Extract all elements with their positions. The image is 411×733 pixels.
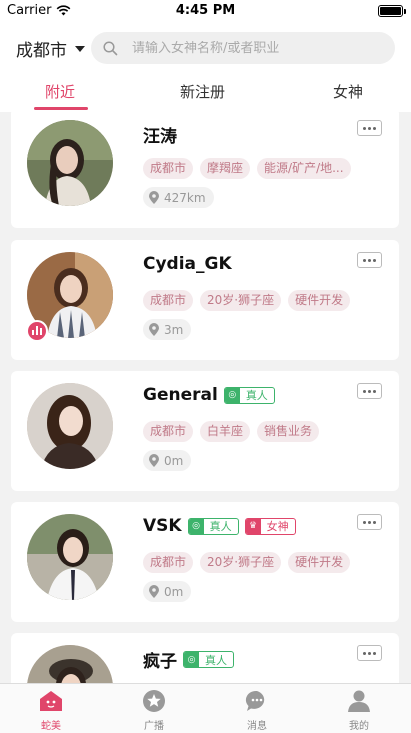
battery-icon — [378, 5, 406, 17]
name-row: VSK ◎ 真人 ♛ 女神 — [143, 516, 296, 536]
user-name: VSK — [143, 516, 182, 536]
live-indicator-icon — [26, 320, 48, 342]
chat-bubble-icon — [245, 690, 265, 711]
tag: 摩羯座 — [200, 158, 251, 179]
user-card[interactable]: 汪涛 成都市 摩羯座 能源/矿产/地... 427km — [11, 112, 399, 228]
city-selector[interactable]: 成都市 — [16, 36, 85, 61]
location-pin-icon — [149, 191, 159, 204]
distance-badge: 0m — [143, 581, 192, 602]
avatar[interactable] — [27, 120, 113, 206]
tab-bar-top: 附近 新注册 女神 — [0, 78, 411, 112]
header: 成都市 附近 新注册 女神 — [0, 22, 411, 112]
tag: 能源/矿产/地... — [257, 158, 351, 179]
search-icon — [103, 40, 118, 55]
bottom-tab-bar: 蛇美 广播 消息 我的 — [0, 683, 411, 733]
real-person-badge: ◎ 真人 — [183, 651, 234, 668]
distance-text: 427km — [164, 190, 206, 205]
avatar[interactable] — [27, 383, 113, 469]
tab-nearby[interactable]: 附近 — [45, 81, 75, 102]
tab-broadcast-label: 广播 — [144, 721, 164, 732]
location-pin-icon — [149, 585, 159, 598]
real-person-badge: ◎ 真人 — [223, 386, 275, 404]
user-card[interactable]: VSK ◎ 真人 ♛ 女神 成都市 20岁·狮子座 硬件开发 0m — [11, 502, 399, 622]
name-row: General ◎ 真人 — [143, 385, 275, 405]
user-name: 汪涛 — [143, 127, 177, 147]
tab-messages[interactable]: 消息 — [227, 688, 287, 732]
more-options-button[interactable] — [357, 383, 382, 399]
verified-icon: ◎ — [188, 518, 204, 534]
search-box[interactable] — [91, 32, 395, 64]
goddess-icon: ♛ — [245, 518, 261, 534]
tag: 20岁·狮子座 — [200, 552, 282, 573]
user-name: Cydia_GK — [143, 254, 232, 274]
name-row: 汪涛 — [143, 122, 177, 147]
tag: 成都市 — [143, 421, 194, 442]
clock: 4:45 PM — [175, 3, 236, 18]
active-tab-indicator — [34, 107, 88, 110]
tag: 成都市 — [143, 290, 194, 311]
tab-messages-label: 消息 — [247, 721, 267, 732]
more-options-button[interactable] — [357, 514, 382, 530]
more-options-button[interactable] — [357, 120, 382, 136]
tag: 硬件开发 — [288, 552, 351, 573]
verified-icon: ◎ — [224, 387, 240, 403]
tag-list: 成都市 摩羯座 能源/矿产/地... — [143, 158, 351, 179]
distance-text: 0m — [164, 453, 184, 468]
avatar[interactable] — [27, 645, 113, 683]
real-person-badge: ◎ 真人 — [187, 517, 239, 535]
search-input[interactable] — [132, 40, 382, 56]
name-row: 疯子 ◎ 真人 — [143, 647, 234, 672]
distance-badge: 427km — [143, 187, 214, 208]
tag: 白羊座 — [200, 421, 251, 442]
tab-goddess[interactable]: 女神 — [333, 81, 363, 102]
tag: 20岁·狮子座 — [200, 290, 282, 311]
location-pin-icon — [149, 454, 159, 467]
more-options-button[interactable] — [357, 252, 382, 268]
distance-text: 0m — [164, 584, 184, 599]
user-card[interactable]: Cydia_GK 成都市 20岁·狮子座 硬件开发 3m — [11, 240, 399, 360]
distance-text: 3m — [164, 322, 184, 337]
tab-home-label: 蛇美 — [41, 721, 61, 732]
caret-down-icon — [75, 45, 85, 52]
tab-broadcast[interactable]: 广播 — [124, 688, 184, 732]
user-name: 疯子 — [143, 652, 177, 672]
more-options-button[interactable] — [357, 645, 382, 661]
user-list: 汪涛 成都市 摩羯座 能源/矿产/地... 427km Cydia_GK 成都市… — [0, 112, 411, 683]
tab-home[interactable]: 蛇美 — [21, 688, 81, 732]
user-name: General — [143, 385, 218, 405]
tag-list: 成都市 20岁·狮子座 硬件开发 — [143, 552, 351, 573]
user-card[interactable]: 疯子 ◎ 真人 — [11, 633, 399, 683]
city-label: 成都市 — [16, 41, 67, 61]
tab-profile-label: 我的 — [349, 721, 369, 732]
tag-list: 成都市 20岁·狮子座 硬件开发 — [143, 290, 351, 311]
tag-list: 成都市 白羊座 销售业务 — [143, 421, 320, 442]
location-pin-icon — [149, 323, 159, 336]
user-icon — [348, 690, 370, 712]
tab-profile[interactable]: 我的 — [329, 688, 389, 732]
avatar[interactable] — [27, 514, 113, 600]
user-card[interactable]: General ◎ 真人 成都市 白羊座 销售业务 0m — [11, 371, 399, 491]
home-icon — [40, 691, 62, 711]
goddess-badge: ♛ 女神 — [244, 517, 296, 535]
tag: 成都市 — [143, 158, 194, 179]
star-icon — [143, 690, 165, 712]
name-row: Cydia_GK — [143, 254, 232, 274]
status-bar: Carrier 4:45 PM — [0, 0, 411, 22]
tag: 硬件开发 — [288, 290, 351, 311]
verified-icon: ◎ — [184, 652, 199, 667]
tab-new-register[interactable]: 新注册 — [180, 81, 225, 102]
tag: 销售业务 — [257, 421, 320, 442]
distance-badge: 0m — [143, 450, 192, 471]
tag: 成都市 — [143, 552, 194, 573]
distance-badge: 3m — [143, 319, 192, 340]
